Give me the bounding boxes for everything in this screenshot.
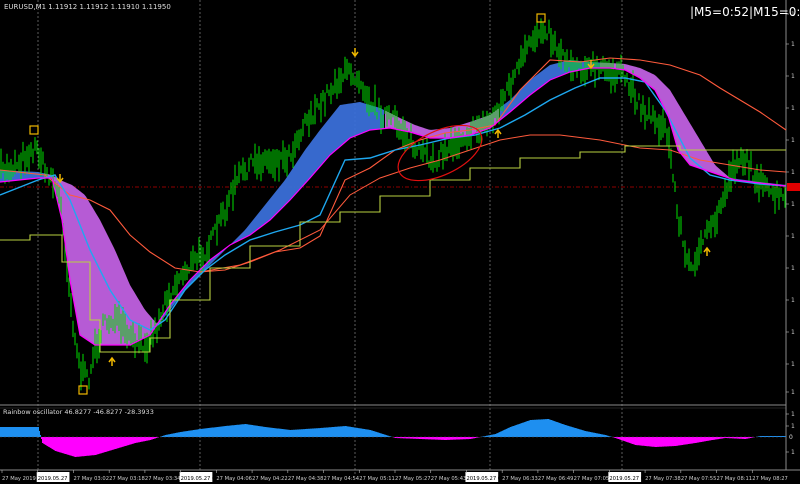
price-scale-label: 1	[791, 233, 795, 240]
oscillator-zero-label: 0	[789, 434, 793, 441]
arrow-up-icon	[494, 128, 502, 138]
time-axis-label: 27 May 04:06	[216, 476, 252, 482]
price-scale-label: 1	[791, 423, 795, 430]
time-axis-label: 27 May 03:18	[109, 476, 145, 482]
time-axis-label: 27 May 04:22	[252, 476, 288, 482]
price-scale-label: 1	[791, 329, 795, 336]
grid	[0, 0, 800, 476]
square-marker-icon	[29, 125, 39, 135]
trading-terminal: 27 May 2019 2019.05.27 03:54 27 May 03:02 2…	[0, 0, 800, 484]
time-axis-label: 27 May 03:34	[145, 476, 181, 482]
price-scale-label: 1	[791, 73, 795, 80]
time-axis-label: 27 May 05:27	[395, 476, 431, 482]
time-axis-label: 27 May 08:11	[717, 476, 753, 482]
chart-canvas[interactable]: 27 May 2019 2019.05.27 03:5427 May 03:02 2…	[0, 0, 800, 484]
price-scale-label: 1	[791, 297, 795, 304]
time-axis-label: 27 May 07:05	[574, 476, 610, 482]
time-axis-label: 27 May 04:54	[324, 476, 360, 482]
price-scale-label: 1	[791, 105, 795, 112]
price-scale-label: 1	[791, 389, 795, 396]
time-axis-label: 27 May 03:02	[73, 476, 109, 482]
price-scale-label: 1	[791, 411, 795, 418]
price-scale-label: 1	[791, 137, 795, 144]
price-scale-label: 1	[791, 41, 795, 48]
current-price-marker	[787, 183, 800, 191]
time-axis-label: 27 May 2019	[2, 476, 36, 482]
arrow-down-icon	[351, 48, 359, 58]
time-axis-label: 27 May 05:11	[359, 476, 395, 482]
time-axis-label: 27 May 08:27	[752, 476, 788, 482]
time-axis-label: 27 May 05:43	[431, 476, 467, 482]
arrow-up-icon	[703, 246, 711, 256]
oscillator-area	[0, 419, 786, 457]
time-axis-label: 27 May 04:38	[288, 476, 324, 482]
time-axis-label: 27 May 07:38	[645, 476, 681, 482]
time-axis-label: 27 May 06:33	[502, 476, 538, 482]
time-axis-label: 27 May 06:49	[538, 476, 574, 482]
price-scale-label: 1	[791, 449, 795, 456]
price-area	[0, 13, 787, 395]
price-scale-label: 1	[791, 265, 795, 272]
square-marker-icon	[78, 385, 88, 395]
symbol-header: EURUSD,M1 1.11912 1.11912 1.11910 1.1195…	[4, 3, 171, 11]
price-scale: 1111111111111111	[786, 11, 800, 456]
price-scale-label: 1	[791, 201, 795, 208]
price-scale-label: 1	[791, 361, 795, 368]
timeframe-ratio-label: |M5=0:52|M15=0:52	[690, 5, 800, 19]
bullish-band-fill	[162, 102, 384, 320]
time-axis: 27 May 2019 2019.05.27 03:5427 May 03:02 2…	[1, 470, 788, 482]
oscillator-title: Rainbow oscillator 46.8277 -46.8277 -28.…	[3, 408, 154, 416]
time-axis-label: 27 May 07:55	[681, 476, 717, 482]
price-scale-label: 1	[791, 169, 795, 176]
arrow-up-icon	[108, 356, 116, 366]
